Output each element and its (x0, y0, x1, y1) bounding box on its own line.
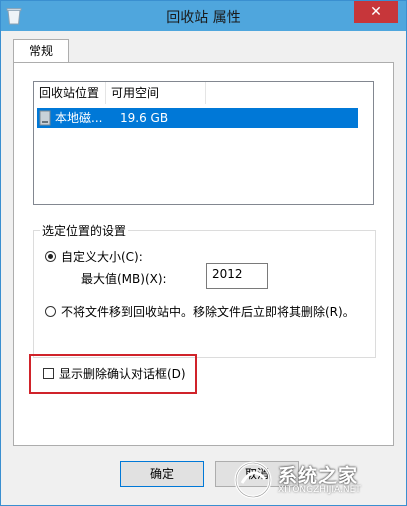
list-item[interactable]: 本地磁... 19.6 GB (37, 108, 358, 128)
site-watermark: 系统之家 XITONGZHIJIA.NET (232, 459, 402, 501)
column-header-location[interactable]: 回收站位置 (34, 82, 106, 104)
window-title: 回收站 属性 (166, 10, 241, 26)
recycle-bin-properties-window: 回收站 属性 ✕ 常规 回收站位置 可用空间 本地磁... 19.6 GB 选定… (0, 0, 407, 506)
column-header-free-space[interactable]: 可用空间 (106, 82, 206, 104)
ok-button[interactable]: 确定 (120, 461, 204, 487)
custom-size-radio[interactable] (45, 251, 56, 262)
recycle-bin-locations-list[interactable]: 回收站位置 可用空间 本地磁... 19.6 GB (33, 81, 374, 205)
close-button[interactable]: ✕ (354, 1, 398, 23)
max-size-label: 最大值(MB)(X): (81, 272, 167, 286)
close-icon: ✕ (370, 4, 382, 20)
drive-icon (39, 110, 51, 126)
free-space-cell: 19.6 GB (120, 111, 169, 125)
list-header: 回收站位置 可用空间 (34, 82, 373, 104)
location-settings-group: 选定位置的设置 自定义大小(C): 最大值(MB)(X): 2012 不将文件移… (33, 222, 376, 358)
watermark-logo-icon (234, 461, 272, 499)
location-cell: 本地磁... (55, 111, 103, 125)
max-size-input[interactable]: 2012 (206, 263, 268, 289)
tab-general[interactable]: 常规 (13, 39, 69, 63)
watermark-text: 系统之家 (278, 465, 359, 487)
watermark-subtext: XITONGZHIJIA.NET (278, 485, 361, 495)
confirm-delete-checkbox[interactable] (43, 368, 54, 379)
title-bar[interactable]: 回收站 属性 ✕ (1, 1, 406, 31)
custom-size-label: 自定义大小(C): (61, 250, 143, 264)
no-recycle-label: 不将文件移到回收站中。移除文件后立即将其删除(R)。 (61, 305, 355, 319)
group-legend: 选定位置的设置 (40, 222, 129, 239)
no-recycle-radio[interactable] (45, 306, 56, 317)
tab-strip: 常规 (13, 39, 394, 63)
confirm-delete-label: 显示删除确认对话框(D) (59, 367, 186, 381)
